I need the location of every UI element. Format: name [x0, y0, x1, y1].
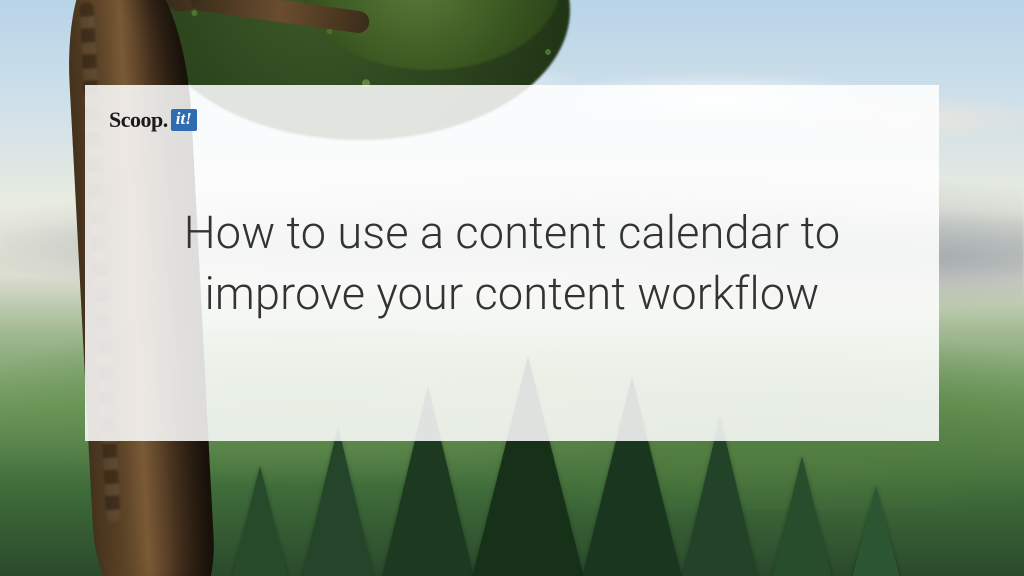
logo-text-main: Scoop.	[109, 107, 168, 133]
article-headline: How to use a content calendar to improve…	[85, 203, 939, 325]
hero-background: Scoop. it! How to use a content calendar…	[0, 0, 1024, 576]
title-card: Scoop. it! How to use a content calendar…	[85, 85, 939, 441]
logo-badge-icon: it!	[171, 109, 197, 131]
brand-logo: Scoop. it!	[109, 103, 915, 137]
